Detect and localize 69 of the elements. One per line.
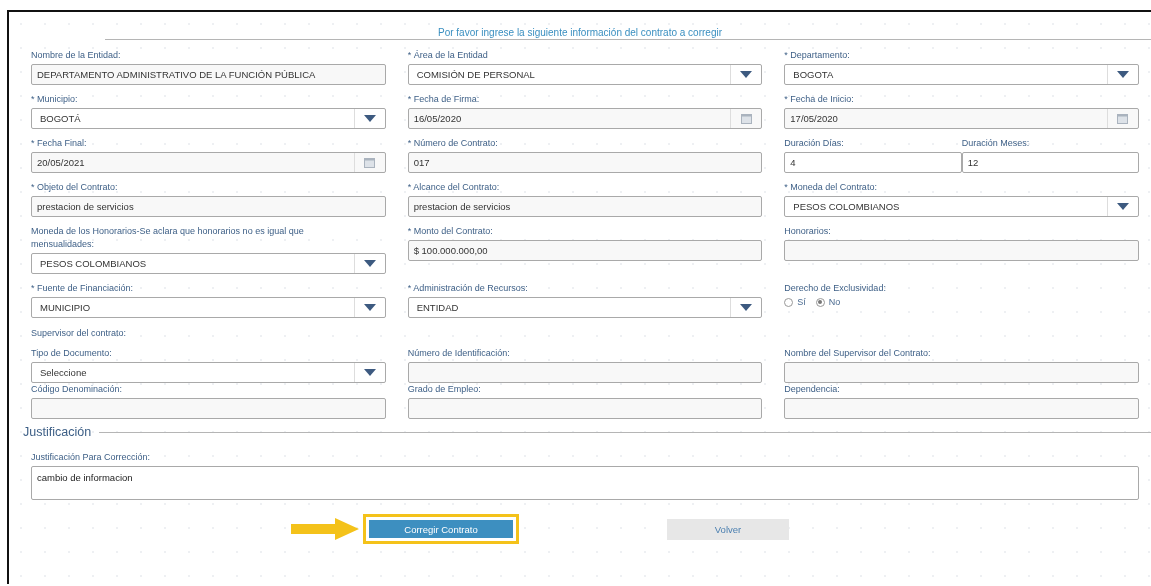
field-label: * Fuente de Financiación: bbox=[31, 282, 135, 295]
field-label: * Fecha Final: bbox=[31, 137, 88, 150]
input-field[interactable]: prestacion de servicios bbox=[407, 196, 763, 217]
field-label: * Monto del Contrato: bbox=[407, 225, 494, 238]
select-field[interactable]: PESOS COLOMBIANOS bbox=[784, 196, 1139, 217]
input-field[interactable]: DEPARTAMENTO ADMINISTRATIVO DE LA FUNCIÓN PÚBLICA bbox=[31, 64, 386, 85]
input-field[interactable]: 12 bbox=[961, 152, 1139, 173]
field-label: * Administración de Recursos: bbox=[407, 282, 529, 295]
date-field[interactable]: 16/05/2020 bbox=[407, 108, 763, 129]
select-field[interactable]: MUNICIPIO bbox=[31, 297, 386, 318]
field-label: * Moneda del Contrato: bbox=[784, 181, 878, 194]
input-field[interactable] bbox=[407, 398, 763, 419]
caret-icon bbox=[1117, 203, 1129, 210]
caret-icon bbox=[740, 71, 753, 78]
field-label: * Alcance del Contrato: bbox=[407, 181, 501, 194]
back-button[interactable]: Volver bbox=[667, 518, 789, 540]
field-label: Duración Meses: bbox=[961, 137, 1031, 150]
caret-icon bbox=[363, 115, 376, 122]
form-title: Por favor ingrese la siguiente información del contrato a corregir bbox=[436, 26, 723, 39]
field-label: Honorarios: bbox=[784, 225, 832, 238]
date-field[interactable]: 17/05/2020 bbox=[784, 108, 1139, 129]
input-field[interactable] bbox=[784, 398, 1139, 419]
text-area[interactable]: cambio de informacion bbox=[31, 466, 1139, 500]
select-field[interactable]: ENTIDAD bbox=[407, 297, 763, 318]
input-field[interactable] bbox=[784, 240, 1139, 261]
calendar-icon bbox=[740, 113, 752, 124]
calendar-icon bbox=[364, 157, 376, 168]
section-label: Supervisor del contrato: bbox=[31, 328, 128, 338]
field-label: Código Denominación: bbox=[31, 383, 124, 396]
radio-option[interactable]: No bbox=[815, 297, 841, 307]
section-title: Justificación bbox=[23, 425, 92, 439]
input-field[interactable] bbox=[31, 398, 386, 419]
select-field[interactable]: BOGOTÁ bbox=[31, 108, 386, 129]
field-label: Nombre del Supervisor del Contrato: bbox=[784, 347, 932, 360]
field-label: Dependencia: bbox=[784, 383, 841, 396]
radio-option[interactable]: Sí bbox=[784, 297, 806, 307]
date-field[interactable]: 20/05/2021 bbox=[31, 152, 386, 173]
caret-icon bbox=[363, 260, 376, 267]
caret-icon bbox=[363, 369, 376, 376]
field-label: * Objeto del Contrato: bbox=[31, 181, 119, 194]
select-field[interactable]: Seleccione bbox=[31, 362, 386, 383]
caret-icon bbox=[363, 304, 376, 311]
select-field[interactable]: PESOS COLOMBIANOS bbox=[31, 253, 386, 274]
input-field[interactable]: 4 bbox=[784, 152, 962, 173]
caret-icon bbox=[1117, 71, 1129, 78]
field-label: * Área de la Entidad bbox=[407, 49, 489, 62]
calendar-icon bbox=[1117, 113, 1129, 124]
field-label: * Fecha de Firma: bbox=[407, 93, 481, 106]
caret-icon bbox=[740, 304, 753, 311]
field-label: Moneda de los Honorarios-Se aclara que honorarios no es igual que mensualidades: bbox=[31, 225, 305, 251]
input-field[interactable] bbox=[784, 362, 1139, 383]
select-field[interactable]: COMISIÓN DE PERSONAL bbox=[407, 64, 763, 85]
field-label: * Número de Contrato: bbox=[407, 137, 499, 150]
input-field[interactable]: $ 100.000.000,00 bbox=[407, 240, 763, 261]
input-field[interactable] bbox=[407, 362, 763, 383]
input-field[interactable]: 017 bbox=[407, 152, 763, 173]
input-field[interactable]: prestacion de servicios bbox=[31, 196, 386, 217]
field-label: Tipo de Documento: bbox=[31, 347, 113, 360]
field-label: Nombre de la Entidad: bbox=[31, 49, 122, 62]
field-label: * Municipio: bbox=[31, 93, 79, 106]
field-label: Duración Días: bbox=[784, 137, 845, 150]
submit-button[interactable]: Corregir Contrato bbox=[363, 514, 519, 544]
field-label: Grado de Empleo: bbox=[407, 383, 482, 396]
field-label: * Fecha de Inicio: bbox=[784, 93, 855, 106]
field-label: Número de Identificación: bbox=[407, 347, 511, 360]
field-label: Justificación Para Corrección: bbox=[31, 451, 152, 464]
select-field[interactable]: BOGOTA bbox=[784, 64, 1139, 85]
field-label: Derecho de Exclusividad: bbox=[784, 282, 887, 295]
field-label: * Departamento: bbox=[784, 49, 851, 62]
